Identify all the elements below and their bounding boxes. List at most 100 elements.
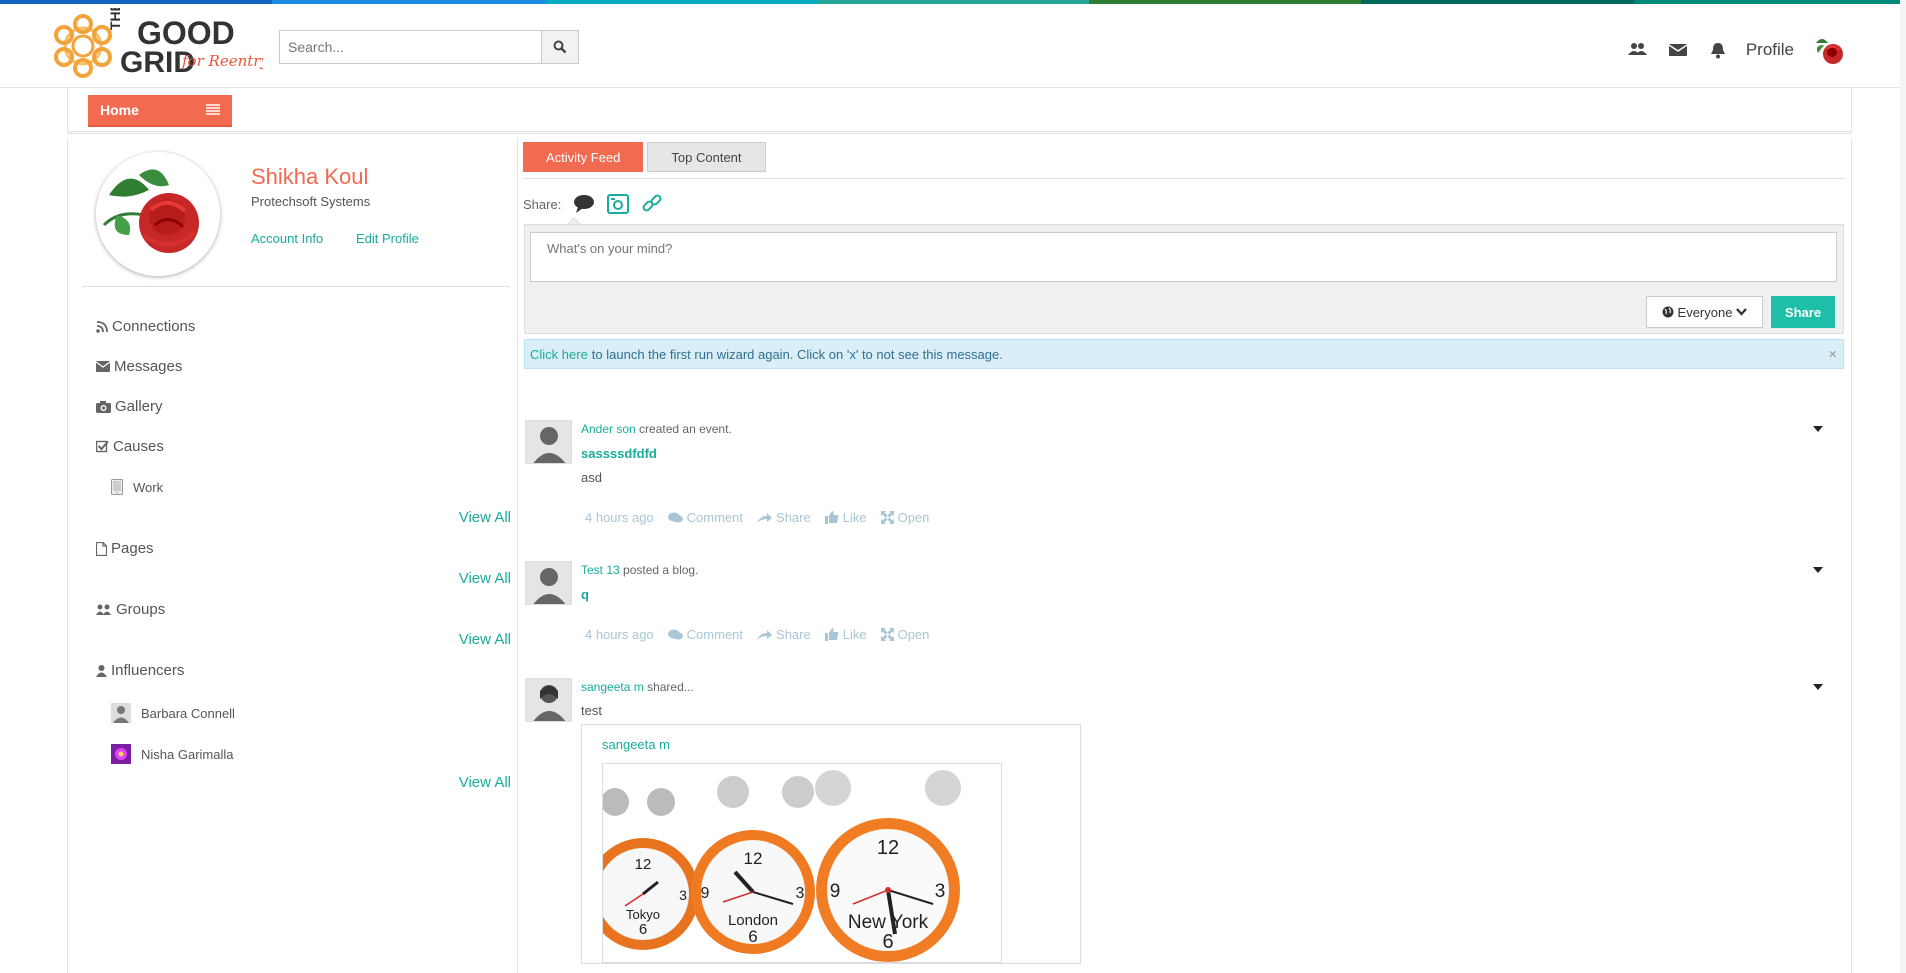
page-body: Shikha Koul Protechsoft Systems Account … [67, 138, 1852, 973]
influencer-name: Barbara Connell [141, 705, 235, 721]
audience-label: Everyone [1677, 304, 1733, 320]
link-icon[interactable] [641, 194, 663, 214]
sidebar-item-label: Gallery [115, 398, 163, 415]
camera-icon [96, 400, 111, 413]
share-button[interactable]: Share [1771, 296, 1835, 328]
close-icon[interactable]: × [1828, 346, 1837, 363]
influencers-view-all-link[interactable]: View All [459, 774, 511, 791]
first-run-alert: Click here to launch the first run wizar… [524, 339, 1844, 369]
like-action[interactable]: Like [824, 627, 867, 642]
post-action-text: posted a blog. [623, 563, 699, 577]
site-header: THE GOOD GRID for Reentry Profile [0, 2, 1906, 88]
cause-item-label: Work [133, 479, 164, 495]
user-avatar-small[interactable] [1812, 33, 1846, 67]
envelope-icon [1668, 44, 1687, 56]
search-input[interactable] [279, 30, 541, 64]
influencer-item[interactable]: Nisha Garimalla [111, 744, 233, 764]
share-arrow-icon [757, 512, 773, 523]
wizard-link[interactable]: Click here [530, 347, 588, 362]
notifications-nav-button[interactable] [1698, 30, 1738, 70]
shared-author-link[interactable]: sangeeta m [602, 737, 670, 752]
sidebar-item-label: Influencers [111, 662, 185, 679]
like-action[interactable]: Like [824, 510, 867, 525]
post-options-caret-icon[interactable] [1813, 567, 1823, 573]
users-icon [96, 604, 111, 615]
post-header: sangeeta m shared... [581, 680, 694, 694]
sidebar-item-connections[interactable]: Connections [96, 318, 195, 335]
svg-text:3: 3 [796, 885, 805, 902]
sidebar-item-label: Connections [112, 318, 196, 335]
post-title-link[interactable]: q [581, 587, 589, 602]
share-arrow-icon [757, 629, 773, 640]
profile-organization: Protechsoft Systems [251, 194, 371, 209]
shared-image-clocks[interactable]: 12 6 3 Tokyo 12 6 3 9 London 12 6 3 9 Ne… [602, 763, 1002, 963]
expand-icon [880, 628, 894, 641]
post-title-link[interactable]: sassssdfdfd [581, 446, 657, 461]
comment-action[interactable]: Comment [667, 510, 743, 525]
messages-nav-button[interactable] [1658, 30, 1698, 70]
groups-view-all-link[interactable]: View All [459, 631, 511, 648]
search-bar [279, 30, 579, 66]
expand-icon [880, 511, 894, 524]
user-avatar-icon [111, 703, 131, 723]
bell-icon [1710, 42, 1725, 58]
post-timestamp[interactable]: 4 hours ago [585, 510, 654, 525]
post-composer: Everyone Share [524, 224, 1844, 334]
post-author-link[interactable]: sangeeta m [581, 680, 644, 694]
causes-view-all-link[interactable]: View All [459, 509, 511, 526]
alert-message: to launch the first run wizard again. Cl… [591, 346, 1003, 362]
open-action[interactable]: Open [880, 510, 929, 525]
site-logo[interactable]: THE GOOD GRID for Reentry [48, 2, 269, 84]
pages-view-all-link[interactable]: View All [459, 570, 511, 587]
tab-activity-feed[interactable]: Activity Feed [523, 142, 644, 172]
profile-name[interactable]: Shikha Koul [251, 164, 368, 190]
check-square-icon [96, 440, 109, 453]
search-button[interactable] [541, 30, 579, 64]
comments-icon [667, 512, 683, 522]
sidebar-item-pages[interactable]: Pages [96, 540, 154, 557]
share-action[interactable]: Share [757, 510, 811, 525]
cause-item-work[interactable]: Work [111, 479, 163, 495]
profile-link[interactable]: Profile [1746, 40, 1794, 60]
photo-icon[interactable] [607, 194, 630, 214]
user-icon [96, 664, 107, 677]
sidebar-item-label: Pages [111, 540, 154, 557]
sidebar-item-causes[interactable]: Causes [96, 438, 164, 455]
audience-dropdown[interactable]: Everyone [1646, 296, 1763, 328]
sidebar-item-influencers[interactable]: Influencers [96, 662, 184, 679]
profile-avatar[interactable] [96, 152, 220, 276]
comment-icon[interactable] [573, 194, 595, 214]
edit-profile-link[interactable]: Edit Profile [356, 231, 419, 246]
comment-action[interactable]: Comment [667, 627, 743, 642]
sidebar-item-gallery[interactable]: Gallery [96, 398, 163, 415]
post-author-link[interactable]: Test 13 [581, 563, 620, 577]
sub-navigation-bar: Home [67, 88, 1852, 134]
feed-post: Ander son created an event. sassssdfdfd … [525, 420, 1845, 530]
sidebar-item-label: Causes [113, 438, 164, 455]
post-options-caret-icon[interactable] [1813, 426, 1823, 432]
post-author-avatar[interactable] [525, 420, 572, 464]
post-header: Ander son created an event. [581, 422, 732, 436]
flower-avatar-icon [111, 744, 131, 764]
clock-label: New York [848, 912, 929, 933]
home-menu-button[interactable]: Home [88, 95, 232, 127]
post-author-avatar[interactable] [525, 561, 572, 605]
sidebar-item-groups[interactable]: Groups [96, 601, 165, 618]
account-info-link[interactable]: Account Info [251, 231, 323, 246]
tab-top-content[interactable]: Top Content [647, 142, 766, 172]
sidebar-item-messages[interactable]: Messages [96, 358, 182, 375]
post-author-link[interactable]: Ander son [581, 422, 636, 436]
post-actions: 4 hours ago Comment Share Like Open [585, 510, 929, 525]
page-scrollbar[interactable] [1900, 0, 1906, 973]
status-textarea[interactable] [530, 232, 1837, 282]
connections-nav-button[interactable] [1618, 30, 1658, 70]
share-action[interactable]: Share [757, 627, 811, 642]
post-timestamp[interactable]: 4 hours ago [585, 627, 654, 642]
envelope-icon [96, 361, 110, 372]
post-author-avatar[interactable] [525, 678, 572, 722]
influencer-item[interactable]: Barbara Connell [111, 703, 235, 723]
svg-text:3: 3 [935, 881, 946, 902]
post-options-caret-icon[interactable] [1813, 684, 1823, 690]
post-header: Test 13 posted a blog. [581, 563, 698, 577]
open-action[interactable]: Open [880, 627, 929, 642]
